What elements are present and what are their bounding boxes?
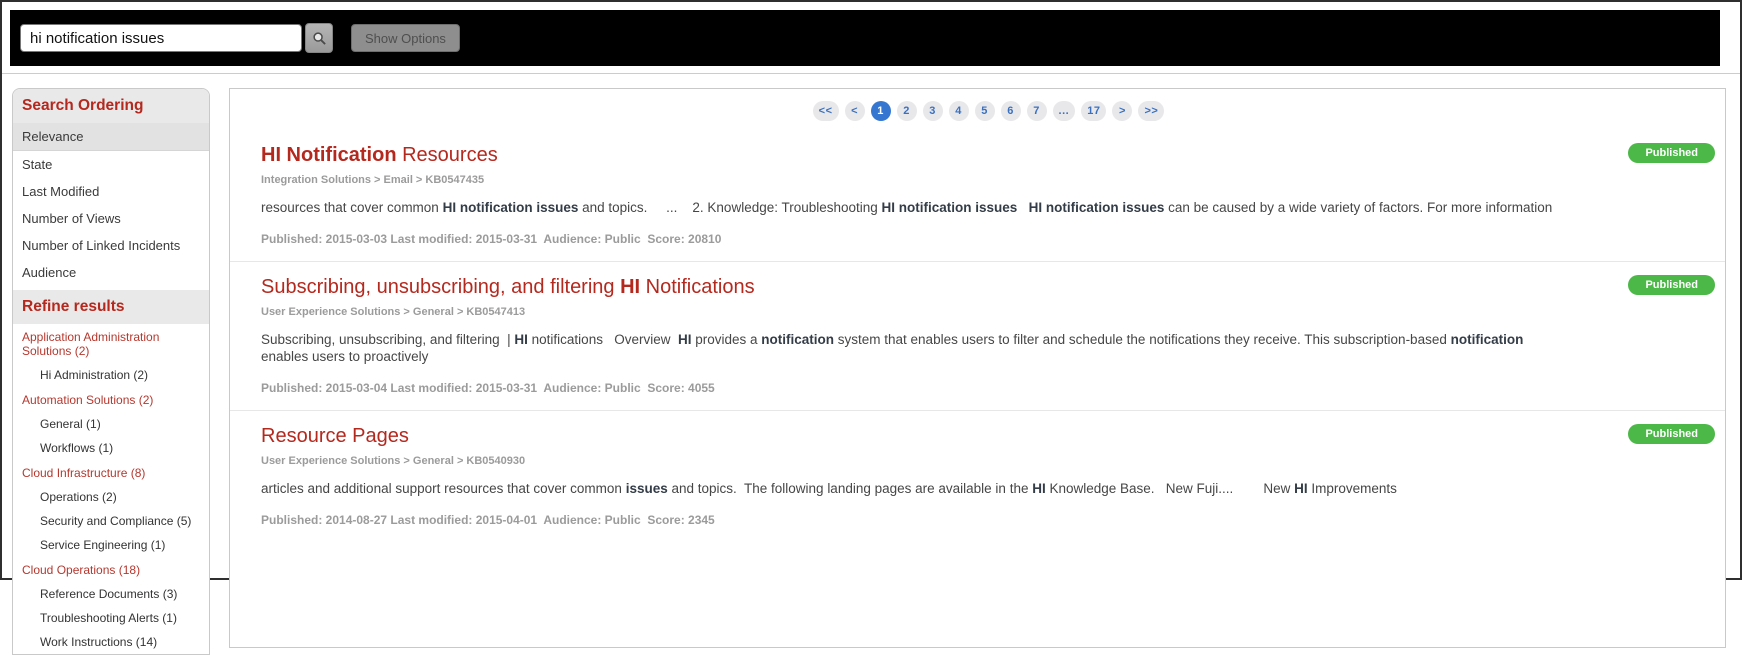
refine-subcategory-general-1[interactable]: General (1) bbox=[13, 412, 209, 436]
sort-option-number-of-views[interactable]: Number of Views bbox=[13, 205, 209, 232]
plain-text: provides a bbox=[691, 331, 762, 347]
plain-text: notifications Overview bbox=[527, 331, 678, 347]
plain-text: system that enables users to filter and … bbox=[834, 331, 1451, 347]
sort-option-state[interactable]: State bbox=[13, 151, 209, 178]
highlighted-term: HI bbox=[677, 331, 692, 347]
next-page-button[interactable]: > bbox=[1112, 101, 1133, 121]
search-input[interactable] bbox=[20, 24, 302, 52]
result-title-link[interactable]: Resource Pages bbox=[261, 425, 1555, 448]
refine-category-automation-solutions-2[interactable]: Automation Solutions (2) bbox=[13, 387, 209, 412]
plain-text: articles and additional support resource… bbox=[261, 480, 626, 496]
plain-text: Improvements bbox=[1307, 480, 1397, 496]
highlighted-term: HI bbox=[514, 331, 528, 347]
result-breadcrumb: User Experience Solutions > General > KB… bbox=[261, 305, 526, 318]
refine-subcategory-hi-administration-2[interactable]: Hi Administration (2) bbox=[13, 363, 209, 387]
results-panel: << <1 2 3 4 5 6 7... 17 > >> Published HI Notificat… bbox=[229, 88, 1726, 648]
plain-text: can be caused by a wide variety of facto… bbox=[1164, 200, 1553, 215]
result-breadcrumb: Integration Solutions > Email > KB054743… bbox=[261, 174, 485, 186]
sort-option-relevance[interactable]: Relevance bbox=[13, 123, 209, 151]
sidebar: Search Ordering Relevance State Last Modif… bbox=[12, 88, 210, 655]
plain-text: resources that cover common bbox=[261, 200, 443, 215]
highlighted-term: notification bbox=[761, 331, 835, 347]
plain-text: and topics. ... 2. Knowledge: Troublesho… bbox=[578, 200, 882, 215]
sort-option-last-modified[interactable]: Last Modified bbox=[13, 178, 209, 205]
refine-results-list: Application Administration Solutions (2)… bbox=[13, 324, 209, 654]
page-header: Show Options bbox=[2, 2, 1740, 74]
pagination-ellipsis: ... bbox=[1052, 101, 1076, 121]
refine-subcategory-operations-2[interactable]: Operations (2) bbox=[13, 485, 209, 509]
result-title-link[interactable]: HI Notification Resources bbox=[261, 144, 1555, 167]
results-list: Published HI Notification Resources Integr… bbox=[230, 130, 1725, 542]
refine-category-application-administration-solutions-2[interactable]: Application Administration Solutions (2) bbox=[13, 324, 209, 363]
plain-text: Subscribing, unsubscribing, and filterin… bbox=[261, 275, 621, 298]
highlighted-term: HI notification issues bbox=[442, 200, 579, 215]
plain-text: Knowledge Base. New Fuji.... New bbox=[1045, 480, 1295, 496]
plain-text: and topics. The following landing pages … bbox=[667, 480, 1033, 496]
plain-text: Resource Pages bbox=[261, 424, 409, 447]
search-result: Published Resource Pages User Experience S… bbox=[230, 411, 1725, 542]
plain-text: Notifications bbox=[640, 275, 755, 298]
highlighted-term: HI notification issues bbox=[1028, 200, 1165, 215]
highlighted-term: issues bbox=[625, 480, 668, 496]
plain-text bbox=[1017, 200, 1028, 215]
search-result: Published HI Notification Resources Integr… bbox=[230, 130, 1725, 262]
status-badge: Published bbox=[1628, 143, 1715, 163]
page-button-1[interactable]: 1 bbox=[870, 101, 891, 121]
refine-subcategory-service-engineering-1[interactable]: Service Engineering (1) bbox=[13, 533, 209, 557]
highlighted-term: HI bbox=[620, 275, 641, 298]
first-page-button[interactable]: << bbox=[812, 101, 839, 121]
highlighted-term: HI Notification bbox=[261, 144, 397, 166]
result-snippet: Subscribing, unsubscribing, and filterin… bbox=[261, 332, 1555, 366]
show-options-button[interactable]: Show Options bbox=[351, 24, 460, 52]
highlighted-term: HI bbox=[1032, 480, 1046, 496]
page-button-3[interactable]: 3 bbox=[922, 101, 943, 121]
magnifier-icon bbox=[312, 31, 327, 46]
highlighted-term: notification bbox=[1450, 331, 1524, 347]
refine-subcategory-work-instructions-14[interactable]: Work Instructions (14) bbox=[13, 630, 209, 654]
page-button-4[interactable]: 4 bbox=[948, 101, 969, 121]
refine-results-header: Refine results bbox=[13, 290, 209, 324]
top-search-bar: Show Options bbox=[10, 10, 1720, 66]
refine-subcategory-reference-documents-3[interactable]: Reference Documents (3) bbox=[13, 582, 209, 606]
last-page-button[interactable]: >> bbox=[1138, 101, 1165, 121]
search-button[interactable] bbox=[305, 23, 333, 53]
sort-option-audience[interactable]: Audience bbox=[13, 259, 209, 286]
plain-text: Resources bbox=[396, 144, 498, 166]
plain-text: Subscribing, unsubscribing, and filterin… bbox=[261, 331, 515, 347]
page-button-7[interactable]: 7 bbox=[1026, 101, 1047, 121]
highlighted-term: HI notification issues bbox=[881, 200, 1018, 215]
refine-category-cloud-operations-18[interactable]: Cloud Operations (18) bbox=[13, 557, 209, 582]
result-meta: Published: 2015-03-03 Last modified: 201… bbox=[261, 231, 722, 246]
page-button-17[interactable]: 17 bbox=[1081, 101, 1107, 121]
result-breadcrumb: User Experience Solutions > General > KB… bbox=[261, 454, 526, 467]
result-snippet: articles and additional support resource… bbox=[261, 481, 1555, 498]
page-button-2[interactable]: 2 bbox=[896, 101, 917, 121]
result-meta: Published: 2014-08-27 Last modified: 201… bbox=[261, 512, 715, 527]
sort-option-number-of-linked-incidents[interactable]: Number of Linked Incidents bbox=[13, 232, 209, 259]
refine-category-cloud-infrastructure-8[interactable]: Cloud Infrastructure (8) bbox=[13, 460, 209, 485]
refine-subcategory-security-and-compliance-5[interactable]: Security and Compliance (5) bbox=[13, 509, 209, 533]
search-ordering-list: Relevance State Last Modified Number of Vie… bbox=[13, 123, 209, 286]
result-snippet: resources that cover common HI notificat… bbox=[261, 200, 1555, 217]
search-ordering-header: Search Ordering bbox=[13, 89, 209, 123]
result-meta: Published: 2015-03-04 Last modified: 201… bbox=[261, 380, 715, 395]
highlighted-term: HI bbox=[1294, 480, 1308, 496]
prev-page-button[interactable]: < bbox=[844, 101, 865, 121]
result-title-link[interactable]: Subscribing, unsubscribing, and filterin… bbox=[261, 276, 1555, 299]
page-button-6[interactable]: 6 bbox=[1000, 101, 1021, 121]
search-result: Published Subscribing, unsubscribing, and… bbox=[230, 262, 1725, 411]
content-area: Search Ordering Relevance State Last Modif… bbox=[2, 74, 1740, 655]
refine-subcategory-troubleshooting-alerts-1[interactable]: Troubleshooting Alerts (1) bbox=[13, 606, 209, 630]
status-badge: Published bbox=[1628, 423, 1715, 444]
refine-subcategory-workflows-1[interactable]: Workflows (1) bbox=[13, 436, 209, 460]
status-badge: Published bbox=[1628, 274, 1715, 295]
pagination: << <1 2 3 4 5 6 7... 17 > >> bbox=[230, 89, 1725, 130]
page-button-5[interactable]: 5 bbox=[974, 101, 995, 121]
